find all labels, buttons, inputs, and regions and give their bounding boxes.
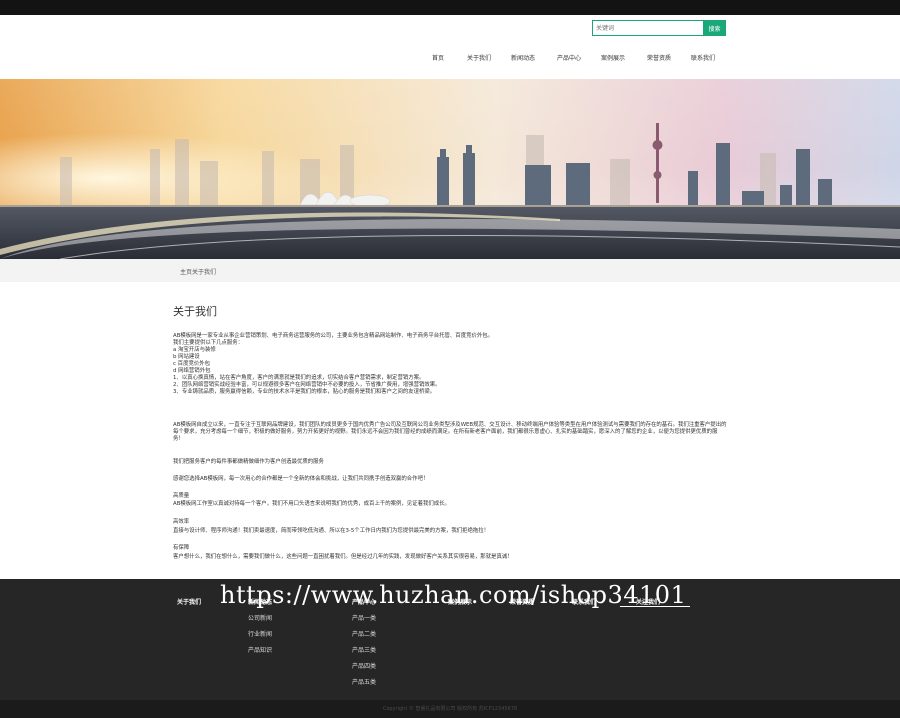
article-line: d 网络营销外包: [173, 368, 211, 374]
article-line: AB模板网是一家专业从事企业营销策划、电子商务运营服务的公司，主要业务包含精品网…: [173, 333, 494, 339]
article-subhead: 有保障: [173, 545, 190, 551]
nav-item-news[interactable]: 新闻动态: [511, 53, 535, 62]
footer-column-about: 关于我们: [177, 597, 201, 606]
article-subhead: 高质量: [173, 493, 190, 499]
article-line: 1、以真心换真情，站在客户角度，客户的满意就是我们的追求，切实结合客户营销需求，…: [173, 375, 425, 381]
copyright-bar: Copyright © 智睿礼品有限公司 版权所有 苏ICP12345678: [0, 700, 900, 718]
article-line: a 淘宝开店与装修: [173, 347, 216, 353]
article-line: c 百度竞价外包: [173, 361, 211, 367]
article-subhead: 高效率: [173, 519, 190, 525]
article-line: 3、专业铸就品质，服务赢得信赖，专业的技术水平是我们的根本，贴心的服务是我们和客…: [173, 389, 436, 395]
article-paragraph: 直接与设计师、程序师沟通！我们卖最速度，简而带领吃低沟通、所以在3-5个工作日内…: [173, 528, 490, 534]
breadcrumb-text: 主页关于我们: [180, 269, 217, 276]
footer-link-product-5[interactable]: 产品五类: [352, 677, 376, 686]
nav-item-contact[interactable]: 联系我们: [691, 53, 715, 62]
nav-item-products[interactable]: 产品中心: [557, 53, 581, 62]
nav-item-honors[interactable]: 荣誉资质: [647, 53, 671, 62]
article-paragraph: 我们把服务客户的每件事都做精做细作为客户创造最优质的服务: [173, 459, 324, 465]
article-line: 我们主要提供以下几点服务：: [173, 340, 244, 346]
footer-link-product-knowledge[interactable]: 产品知识: [248, 645, 272, 654]
article-paragraph: 客户想什么，我们在想什么，需要我们做什么，这些问题一直困扰着我们。但是经过几年的…: [173, 554, 513, 560]
city-skyline-image: [0, 79, 900, 259]
site-header: 搜索 首页 关于我们 新闻动态 产品中心 案例展示 荣誉资质 联系我们: [0, 15, 900, 79]
footer-link-about[interactable]: 关于我们: [177, 597, 201, 606]
search-button[interactable]: 搜索: [703, 20, 726, 36]
top-strip: [0, 0, 900, 15]
footer-link-industry-news[interactable]: 行业新闻: [248, 629, 272, 638]
footer-link-product-3[interactable]: 产品三类: [352, 645, 376, 654]
article: 关于我们 AB模板网是一家专业从事企业营销策划、电子商务运营服务的公司，主要业务…: [173, 282, 728, 578]
article-intro: AB模板网是一家专业从事企业营销策划、电子商务运营服务的公司，主要业务包含精品网…: [173, 333, 728, 396]
search-box: 搜索: [592, 20, 726, 36]
article-line: 2、团队网络营销实战经验丰富，可以规避很多客户在网络营销中不必要的投入，节省推广…: [173, 382, 441, 388]
footer-link-product-1[interactable]: 产品一类: [352, 613, 376, 622]
watermark-underline: [620, 606, 690, 607]
copyright-text: Copyright © 智睿礼品有限公司 版权所有 苏ICP12345678: [382, 706, 518, 712]
footer-link-company-news[interactable]: 公司新闻: [248, 613, 272, 622]
nav-item-home[interactable]: 首页: [432, 53, 444, 62]
watermark-url: https://www.huzhan.com/ishop34101: [220, 581, 687, 609]
hero-banner: [0, 79, 900, 259]
page-title: 关于我们: [173, 305, 217, 318]
article-paragraph: AB模板网工作室以真诚对待每一个客户，我们不用口头语言来说明我们的优秀，成百上千…: [173, 501, 450, 507]
breadcrumb: 主页关于我们: [0, 259, 900, 282]
article-line: b 网站建设: [173, 354, 200, 360]
nav-item-about[interactable]: 关于我们: [467, 53, 491, 62]
main-nav: 首页 关于我们 新闻动态 产品中心 案例展示 荣誉资质 联系我们: [0, 53, 900, 65]
article-paragraph: 感谢您选择AB模板网，每一次用心的合作都是一个全新的体会和挑战，让我们共同携手创…: [173, 476, 429, 482]
nav-item-cases[interactable]: 案例展示: [601, 53, 625, 62]
footer-link-product-4[interactable]: 产品四类: [352, 661, 376, 670]
footer-link-product-2[interactable]: 产品二类: [352, 629, 376, 638]
search-input[interactable]: [592, 20, 703, 36]
article-paragraph: AB模板网自成立以来，一直专注于互联网品牌建设，我们团队的成员更多于国内优秀广告…: [173, 422, 727, 442]
footer-column-products: 产品中心 产品一类 产品二类 产品三类 产品四类 产品五类: [352, 597, 376, 686]
